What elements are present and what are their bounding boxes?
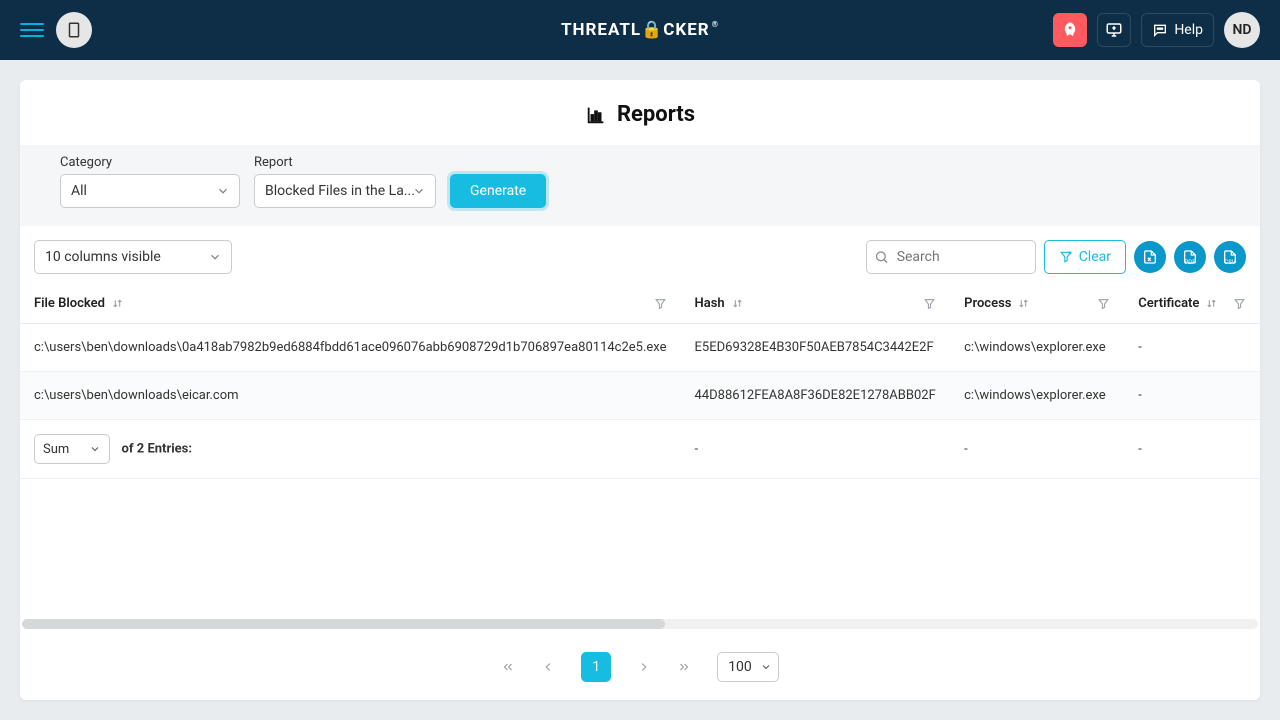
table-footer-row: Sum of 2 Entries: - - -: [20, 420, 1260, 479]
category-field: Category All: [60, 155, 240, 208]
col-file[interactable]: File Blocked: [20, 284, 681, 324]
sort-icon: [731, 297, 744, 310]
funnel-clear-icon: [1059, 250, 1073, 264]
filter-icon[interactable]: [1233, 297, 1246, 310]
chevron-down-icon: [89, 443, 101, 455]
cell-file: c:\users\ben\downloads\0a418ab7982b9ed68…: [20, 324, 681, 372]
export-pdf-button[interactable]: PDF: [1174, 241, 1206, 273]
org-switcher[interactable]: [56, 12, 92, 48]
table-toolbar: 10 columns visible Clear PDF: [20, 226, 1260, 284]
clear-label: Clear: [1079, 249, 1111, 265]
cell-process: c:\windows\explorer.exe: [950, 324, 1124, 372]
rocket-icon: [1061, 21, 1079, 39]
help-label: Help: [1174, 22, 1203, 38]
chat-icon: [1152, 22, 1168, 38]
columns-visible-select[interactable]: 10 columns visible: [34, 240, 232, 274]
sort-icon: [111, 297, 124, 310]
page-title-row: Reports: [20, 80, 1260, 145]
chevron-right-icon: [637, 660, 651, 674]
topbar-right: Help ND: [1053, 12, 1260, 48]
col-hash[interactable]: Hash: [681, 284, 951, 324]
pagination: 1 100: [20, 638, 1260, 692]
filter-icon[interactable]: [1097, 297, 1110, 310]
clear-filters-button[interactable]: Clear: [1044, 240, 1126, 274]
entries-text: of 2 Entries:: [122, 442, 192, 457]
page-size-select[interactable]: 100: [717, 652, 779, 682]
brand-logo: THREATL🔒CKER®: [561, 20, 719, 40]
cell-file: c:\users\ben\downloads\eicar.com: [20, 372, 681, 420]
aggregate-select[interactable]: Sum: [34, 434, 110, 464]
report-field: Report Blocked Files in the La...: [254, 155, 436, 208]
search-icon: [874, 250, 889, 265]
category-label: Category: [60, 155, 240, 170]
screen-icon: [1105, 21, 1123, 39]
sort-icon: [1205, 297, 1218, 310]
user-avatar[interactable]: ND: [1224, 12, 1260, 48]
cell-certificate: -: [1124, 372, 1260, 420]
col-process[interactable]: Process: [950, 284, 1124, 324]
chevron-left-icon: [541, 660, 555, 674]
report-label: Report: [254, 155, 436, 170]
page-first[interactable]: [501, 660, 515, 674]
page-current[interactable]: 1: [581, 652, 611, 682]
export-csv-button[interactable]: CSV: [1214, 241, 1246, 273]
present-button[interactable]: [1097, 13, 1131, 47]
sort-icon: [1017, 297, 1030, 310]
cell-hash: 44D88612FEA8A8F36DE82E1278ABB02F: [681, 372, 951, 420]
report-select[interactable]: Blocked Files in the La...: [254, 174, 436, 208]
cell-certificate: -: [1124, 324, 1260, 372]
topbar-left: [20, 12, 92, 48]
footer-hash: -: [681, 420, 951, 479]
category-select[interactable]: All: [60, 174, 240, 208]
page: Reports Category All Report Blocked File…: [0, 60, 1280, 720]
columns-visible-value: 10 columns visible: [34, 240, 232, 274]
horizontal-scrollbar[interactable]: [22, 619, 1258, 629]
search-input[interactable]: [866, 240, 1036, 274]
footer-certificate: -: [1124, 420, 1260, 479]
generate-button[interactable]: Generate: [450, 174, 546, 208]
menu-toggle[interactable]: [20, 18, 44, 42]
table-row[interactable]: c:\users\ben\downloads\0a418ab7982b9ed68…: [20, 324, 1260, 372]
report-value: Blocked Files in the La...: [254, 174, 436, 208]
page-next[interactable]: [637, 660, 651, 674]
filter-icon[interactable]: [923, 297, 936, 310]
chevron-down-icon: [760, 661, 772, 673]
chevrons-right-icon: [677, 660, 691, 674]
table-row[interactable]: c:\users\ben\downloads\eicar.com 44D8861…: [20, 372, 1260, 420]
search-wrap: [866, 240, 1036, 274]
footer-process: -: [950, 420, 1124, 479]
topbar: THREATL🔒CKER® Help ND: [0, 0, 1280, 60]
reports-card: Reports Category All Report Blocked File…: [20, 80, 1260, 700]
file-excel-icon: [1142, 249, 1158, 265]
page-last[interactable]: [677, 660, 691, 674]
filters-row: Category All Report Blocked Files in the…: [20, 145, 1260, 226]
cell-process: c:\windows\explorer.exe: [950, 372, 1124, 420]
table-scroll[interactable]: File Blocked Hash Process: [20, 284, 1260, 479]
chevrons-left-icon: [501, 660, 515, 674]
help-button[interactable]: Help: [1141, 13, 1214, 47]
quick-actions-button[interactable]: [1053, 13, 1087, 47]
export-excel-button[interactable]: [1134, 241, 1166, 273]
filter-icon[interactable]: [654, 297, 667, 310]
category-value: All: [60, 174, 240, 208]
page-prev[interactable]: [541, 660, 555, 674]
table-toolbar-right: Clear PDF CSV: [866, 240, 1246, 274]
col-certificate[interactable]: Certificate: [1124, 284, 1260, 324]
results-table: File Blocked Hash Process: [20, 284, 1260, 479]
page-title: Reports: [617, 102, 695, 127]
cell-hash: E5ED69328E4B30F50AEB7854C3442E2F: [681, 324, 951, 372]
chart-icon: [585, 104, 607, 126]
building-icon: [65, 21, 83, 39]
